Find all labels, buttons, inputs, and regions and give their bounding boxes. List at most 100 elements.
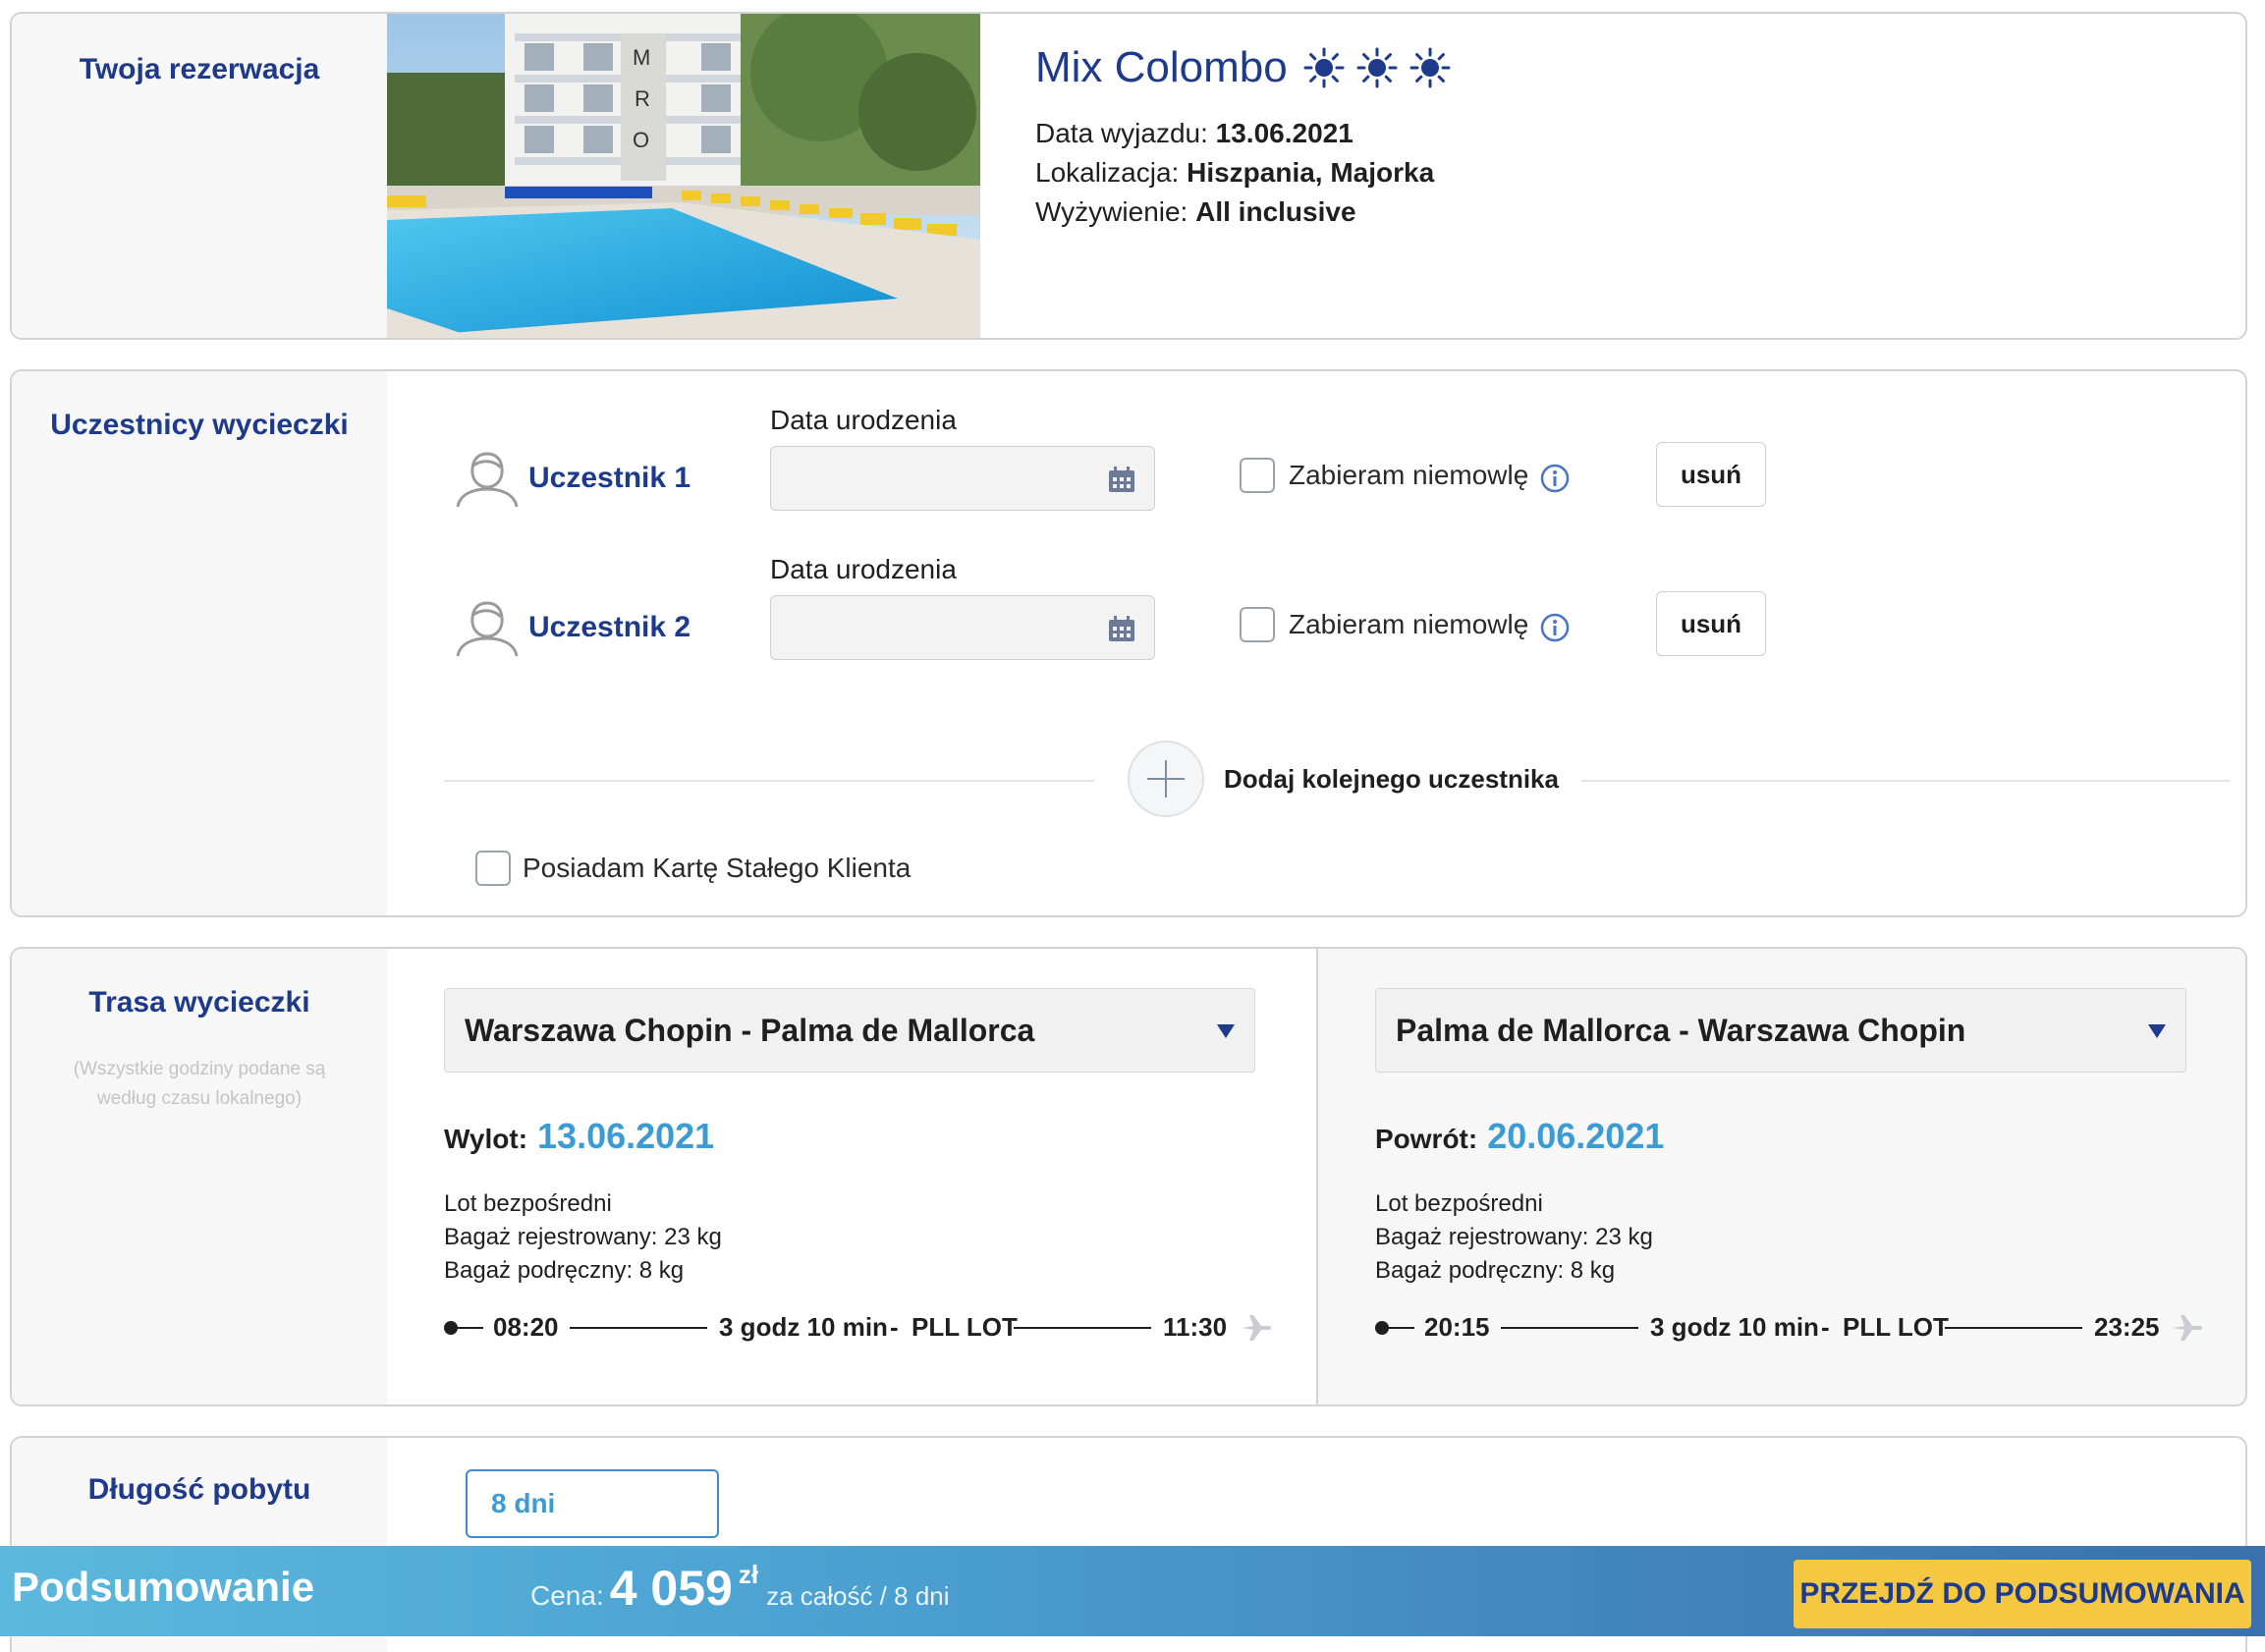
inbound-duration: 3 godz 10 min xyxy=(1650,1312,1819,1342)
inbound-timeline: 20:15 3 godz 10 min - PLL LOT 23:25 xyxy=(1375,1308,2239,1348)
hotel-name-text: Mix Colombo xyxy=(1035,43,1288,91)
outbound-departure-time: 08:20 xyxy=(493,1312,559,1342)
price-label: Cena: xyxy=(530,1580,604,1611)
inbound-arrival-time: 23:25 xyxy=(2094,1312,2160,1342)
participant-1-label: Uczestnik 1 xyxy=(528,462,691,494)
go-to-summary-button[interactable]: PRZEJDŹ DO PODSUMOWANIA xyxy=(1794,1560,2251,1628)
summary-title: Podsumowanie xyxy=(12,1564,315,1610)
booking-card: Twoja rezerwacja M R O Mix Colombo Data … xyxy=(10,12,2247,340)
outbound-timeline: 08:20 3 godz 10 min - PLL LOT 11:30 xyxy=(444,1308,1308,1348)
booking-section-title: Twoja rezerwacja xyxy=(79,53,320,85)
location-line: Lokalizacja: Hiszpania, Majorka xyxy=(1035,157,1434,189)
participants-card: Uczestnicy wycieczki Uczestnik 1 Data ur… xyxy=(10,369,2247,917)
location-label: Lokalizacja: xyxy=(1035,157,1180,188)
inbound-carrier: PLL LOT xyxy=(1843,1312,1949,1342)
participants-sidebar: Uczestnicy wycieczki xyxy=(12,371,387,915)
outbound-date-row: Wylot: 13.06.2021 xyxy=(444,1116,714,1157)
inbound-route-value: Palma de Mallorca - Warszawa Chopin xyxy=(1396,1012,1966,1048)
loyalty-card-checkbox[interactable] xyxy=(475,851,511,886)
route-section-title: Trasa wycieczki xyxy=(88,986,310,1019)
info-icon[interactable] xyxy=(1540,613,1570,642)
inbound-cabin-baggage: Bagaż podręczny: 8 kg xyxy=(1375,1257,1616,1284)
participant-1-infant-checkbox[interactable] xyxy=(1240,458,1275,493)
person-icon xyxy=(456,601,519,657)
participant-1-dob-label: Data urodzenia xyxy=(770,405,957,435)
outbound-carrier: PLL LOT xyxy=(912,1312,1018,1342)
participant-1-remove-button[interactable]: usuń xyxy=(1656,442,1766,507)
inbound-direct: Lot bezpośredni xyxy=(1375,1190,1543,1217)
price-currency: zł xyxy=(738,1560,759,1589)
board-value: All inclusive xyxy=(1195,196,1356,227)
participants-section-title: Uczestnicy wycieczki xyxy=(50,409,349,441)
inbound-checked-baggage: Bagaż rejestrowany: 23 kg xyxy=(1375,1224,1653,1250)
outbound-separator: - xyxy=(890,1312,899,1342)
inbound-separator: - xyxy=(1821,1312,1830,1342)
inbound-date-label: Powrót: xyxy=(1375,1124,1478,1154)
participant-1-dob-input[interactable] xyxy=(770,446,1155,511)
sun-icon xyxy=(1356,47,1398,88)
inbound-date-value: 20.06.2021 xyxy=(1487,1116,1665,1156)
add-participant-label[interactable]: Dodaj kolejnego uczestnika xyxy=(1224,764,1559,795)
stay-section-title: Długość pobytu xyxy=(87,1473,311,1506)
participant-2-remove-button[interactable]: usuń xyxy=(1656,591,1766,656)
outbound-date-value: 13.06.2021 xyxy=(537,1116,715,1156)
timeline-line xyxy=(1945,1327,2082,1329)
participant-2-infant-checkbox[interactable] xyxy=(1240,607,1275,642)
price-value: 4 059 xyxy=(609,1561,733,1616)
price-note: za całość / 8 dni xyxy=(766,1581,950,1611)
outbound-arrival-time: 11:30 xyxy=(1163,1312,1228,1342)
participant-2-infant-label: Zabieram niemowlę xyxy=(1289,609,1529,639)
participant-2-dob-input[interactable] xyxy=(770,595,1155,660)
sun-icon xyxy=(1409,47,1451,88)
calendar-icon[interactable] xyxy=(1107,614,1136,643)
inbound-departure-time: 20:15 xyxy=(1424,1312,1490,1342)
location-value: Hiszpania, Majorka xyxy=(1187,157,1435,188)
hotel-name: Mix Colombo xyxy=(1035,43,1451,92)
timeline-line xyxy=(1385,1327,1414,1329)
outbound-direct: Lot bezpośredni xyxy=(444,1190,612,1217)
departure-date-line: Data wyjazdu: 13.06.2021 xyxy=(1035,118,1353,149)
timeline-line xyxy=(454,1327,483,1329)
outbound-column: Warszawa Chopin - Palma de Mallorca Wylo… xyxy=(387,949,1326,1404)
route-card: Trasa wycieczki (Wszystkie godziny podan… xyxy=(10,947,2247,1406)
departure-date-label: Data wyjazdu: xyxy=(1035,118,1208,148)
summary-bar: Podsumowanie Cena: 4 059 zł za całość / … xyxy=(0,1546,2265,1636)
participant-2-dob-label: Data urodzenia xyxy=(770,554,957,584)
route-sidebar: Trasa wycieczki (Wszystkie godziny podan… xyxy=(12,949,387,1404)
sign-letter: M xyxy=(633,45,650,70)
dropdown-arrow-icon[interactable] xyxy=(1217,1024,1235,1038)
participant-2-label: Uczestnik 2 xyxy=(528,611,691,643)
board-line: Wyżywienie: All inclusive xyxy=(1035,196,1356,228)
sign-letter: O xyxy=(633,128,649,152)
plane-icon xyxy=(2173,1315,2203,1341)
plane-icon xyxy=(1242,1315,1272,1341)
dropdown-arrow-icon[interactable] xyxy=(2148,1024,2166,1038)
inbound-route-select[interactable]: Palma de Mallorca - Warszawa Chopin xyxy=(1375,988,2186,1073)
board-label: Wyżywienie: xyxy=(1035,196,1188,227)
route-time-note: (Wszystkie godziny podane są według czas… xyxy=(73,1059,326,1109)
timeline-line xyxy=(1014,1327,1151,1329)
divider xyxy=(1581,780,2230,782)
departure-date-value: 13.06.2021 xyxy=(1215,118,1353,148)
participant-1-infant-label: Zabieram niemowlę xyxy=(1289,460,1529,490)
inbound-date-row: Powrót: 20.06.2021 xyxy=(1375,1116,1664,1157)
plus-icon[interactable] xyxy=(1130,743,1202,815)
sun-icon xyxy=(1303,47,1345,88)
calendar-icon[interactable] xyxy=(1107,465,1136,494)
timeline-line xyxy=(570,1327,707,1329)
outbound-route-select[interactable]: Warszawa Chopin - Palma de Mallorca xyxy=(444,988,1255,1073)
outbound-checked-baggage: Bagaż rejestrowany: 23 kg xyxy=(444,1224,722,1250)
add-participant-circle[interactable] xyxy=(1128,741,1204,817)
booking-sidebar: Twoja rezerwacja xyxy=(12,14,387,338)
info-icon[interactable] xyxy=(1540,464,1570,493)
stay-length-select[interactable]: 8 dni xyxy=(466,1469,719,1538)
inbound-column: Palma de Mallorca - Warszawa Chopin Powr… xyxy=(1316,949,2245,1404)
outbound-cabin-baggage: Bagaż podręczny: 8 kg xyxy=(444,1257,685,1284)
loyalty-card-label: Posiadam Kartę Stałego Klienta xyxy=(523,853,912,883)
outbound-route-value: Warszawa Chopin - Palma de Mallorca xyxy=(465,1012,1035,1048)
outbound-duration: 3 godz 10 min xyxy=(719,1312,888,1342)
outbound-date-label: Wylot: xyxy=(444,1124,528,1154)
divider xyxy=(444,780,1094,782)
sign-letter: R xyxy=(635,86,650,111)
hotel-rating xyxy=(1303,47,1451,88)
